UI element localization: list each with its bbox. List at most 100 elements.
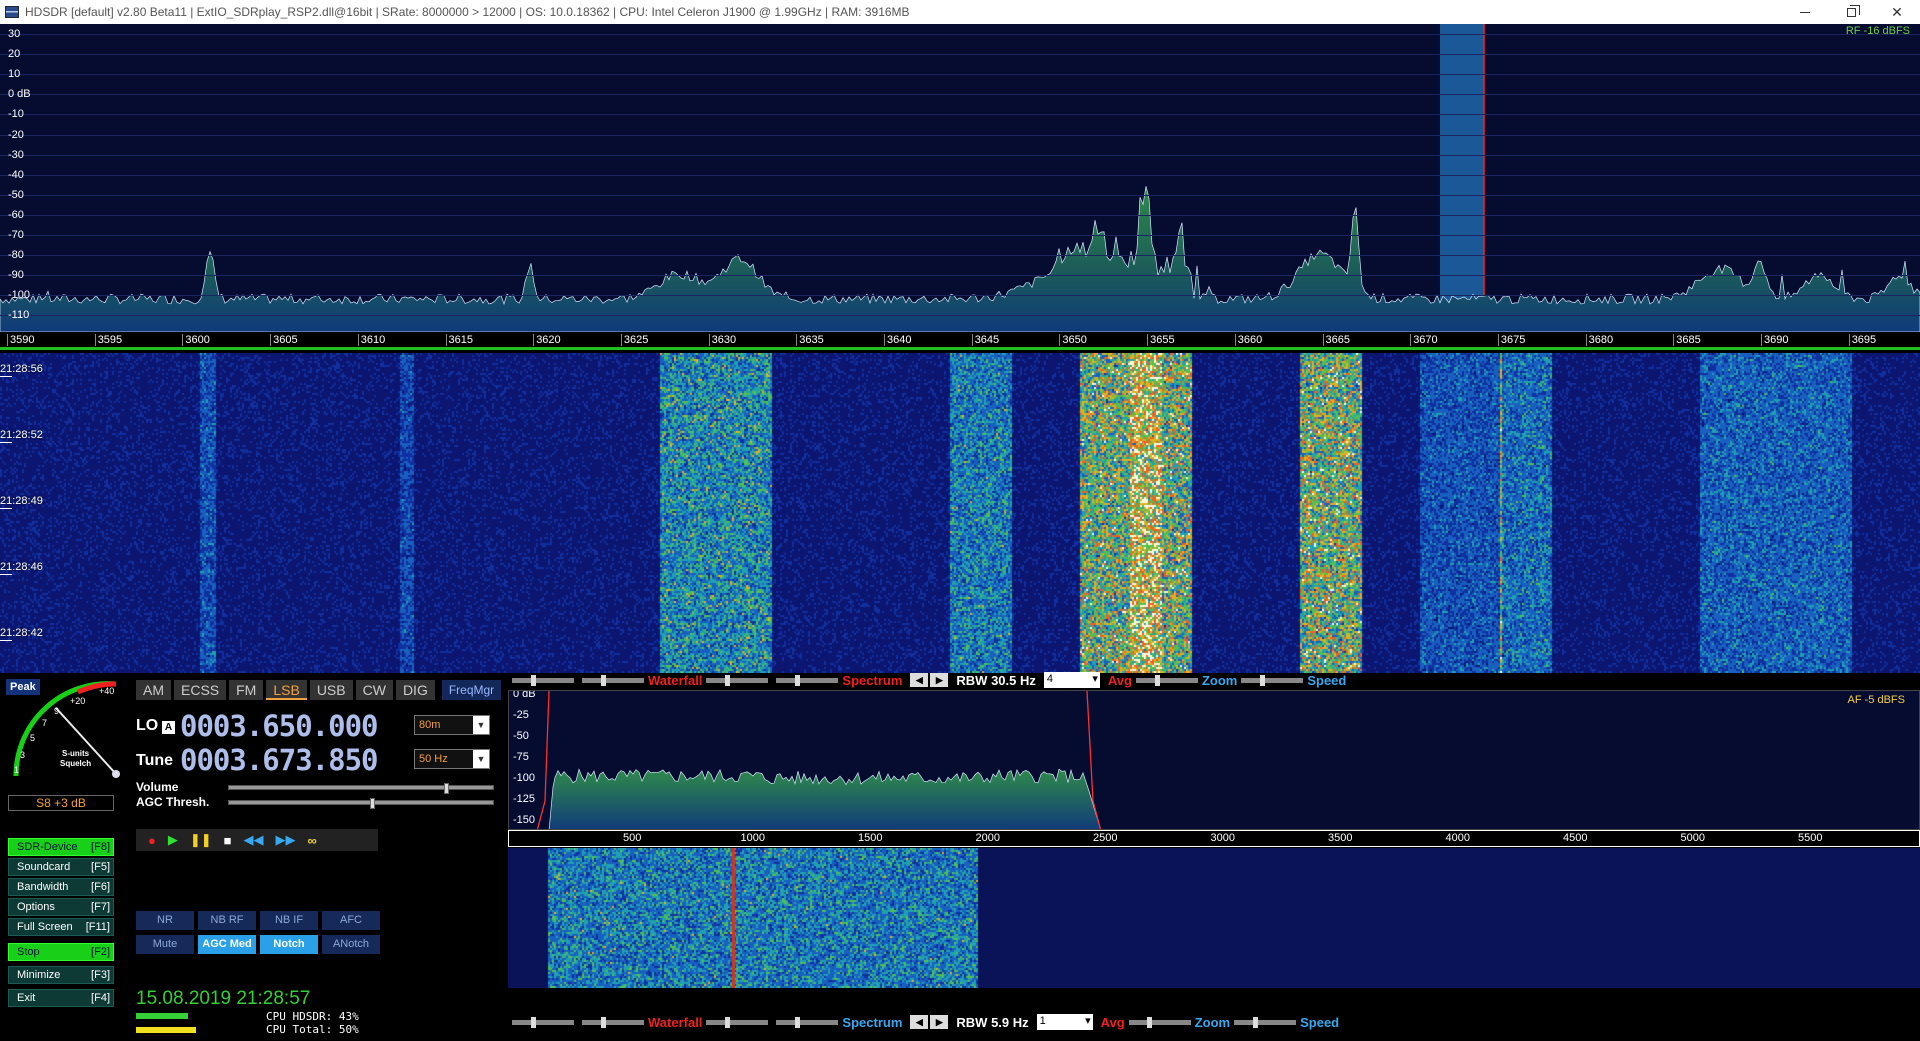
fkey-button-stop[interactable]: Stop [F2] [8, 943, 114, 961]
fkey-button-options[interactable]: Options [F7] [8, 898, 114, 916]
af-spectrum-contrast-slider[interactable] [706, 1016, 769, 1028]
dsp-button-agc-med[interactable]: AGC Med [198, 935, 256, 954]
fkey-button-soundcard[interactable]: Soundcard [F5] [8, 858, 114, 876]
arrow-right-icon[interactable]: ▶ [930, 673, 949, 687]
s-scale-9: 9 [54, 706, 59, 716]
fast-forward-icon[interactable]: ▶▶ [276, 832, 296, 848]
cpu-hdsdr-value: 43% [338, 1010, 359, 1023]
af-spectrum-display[interactable]: 0 dB -25 -50 -75 -100 -125 -150 AF -5 dBFS [508, 690, 1920, 830]
waterfall-brightness-slider[interactable] [582, 674, 644, 686]
arrow-left-icon[interactable]: ◀ [910, 1015, 929, 1029]
af-zoom-slider[interactable] [1128, 1016, 1191, 1028]
dsp-button-afc[interactable]: AFC [322, 911, 380, 930]
dsp-button-mute[interactable]: Mute [136, 935, 194, 954]
fkey-button-exit[interactable]: Exit [F4] [8, 989, 114, 1007]
vfo-a-indicator[interactable]: A [162, 721, 175, 734]
frequency-tick-label: 3610 [357, 334, 386, 346]
cpu-total-text: CPU Total: 50% [266, 1023, 359, 1036]
dsp-button-nr[interactable]: NR [136, 911, 194, 930]
squelch-caption: Squelch [60, 759, 91, 768]
af-waterfall-brightness-slider[interactable] [582, 1016, 644, 1028]
rf-waterfall[interactable]: 21:28:56 21:28:52 21:28:49 21:28:46 21:28:42 [0, 353, 1920, 673]
arrow-left-icon[interactable]: ◀ [910, 673, 929, 687]
spectrum-brightness-slider[interactable] [776, 674, 839, 686]
record-icon[interactable]: ● [148, 833, 156, 848]
control-panel: 1 3 5 7 9 +20 +40 S-units Squelch Peak S… [0, 671, 1920, 1041]
fkey-button-minimize[interactable]: Minimize [F3] [8, 966, 114, 984]
waterfall-contrast-slider[interactable] [512, 674, 574, 686]
frequency-tick-label: 3690 [1760, 334, 1789, 346]
mode-button-lsb[interactable]: LSB [266, 680, 307, 700]
speed-label: Speed [1307, 672, 1347, 688]
mode-button-dig[interactable]: DIG [395, 680, 435, 700]
step-select[interactable]: 50 Hz ▼ [414, 749, 490, 769]
af-y-tick-label: -100 [513, 772, 536, 784]
volume-slider[interactable] [228, 783, 494, 794]
band-select[interactable]: 80m ▼ [414, 715, 490, 735]
mode-button-cw[interactable]: CW [355, 680, 393, 700]
stop-icon[interactable]: ■ [224, 833, 232, 848]
avg-select[interactable]: 4 [1043, 672, 1100, 688]
frequency-axis[interactable]: 3590 3595 3600 3605 3610 3615 3620 3625 3630 3635… [0, 332, 1920, 350]
af-avg-select[interactable]: 1 [1036, 1014, 1093, 1030]
recorder-transport: ● ▶ ❚❚ ■ ◀◀ ▶▶ ∞ [136, 829, 378, 851]
agc-threshold-slider[interactable] [228, 798, 494, 809]
filter-passband[interactable] [1440, 24, 1484, 332]
restore-window-button[interactable] [1828, 0, 1874, 24]
rf-display-toolbar: Waterfall Spectrum ◀▶ RBW 30.5 Hz 4 Avg … [508, 671, 1920, 689]
af-waterfall[interactable] [508, 848, 1920, 988]
title-bar: HDSDR [default] v2.80 Beta11 | ExtIO_SDR… [0, 0, 1920, 24]
dsp-button-nb-if[interactable]: NB IF [260, 911, 318, 930]
y-tick-label: -30 [8, 148, 24, 161]
mode-button-ecss[interactable]: ECSS [174, 680, 227, 700]
fkey-button-full-screen[interactable]: Full Screen [F11] [8, 918, 114, 936]
grid-line [0, 134, 1920, 136]
fkey-label: Bandwidth [17, 881, 69, 893]
peak-button[interactable]: Peak [6, 679, 40, 695]
dsp-button-anotch[interactable]: ANotch [322, 935, 380, 954]
af-rbw-label: RBW [956, 1014, 988, 1030]
rewind-icon[interactable]: ◀◀ [244, 832, 264, 848]
band-value: 80m [419, 719, 441, 731]
af-frequency-tick-label: 3500 [1328, 832, 1353, 844]
af-frequency-tick-label: 1500 [858, 832, 883, 844]
tune-frequency[interactable]: 0003.673.850 [180, 743, 379, 777]
minimize-window-button[interactable] [1782, 0, 1828, 24]
fkey-button-sdr-device[interactable]: SDR-Device [F8] [8, 838, 114, 856]
fkey-button-bandwidth[interactable]: Bandwidth [F6] [8, 878, 114, 896]
mode-button-fm[interactable]: FM [229, 680, 264, 700]
af-low-cut-marker [536, 691, 550, 829]
af-frequency-axis[interactable]: 500 1000 1500 2000 2500 3000 3500 4000 4500 5000 5… [508, 830, 1920, 847]
agc-threshold-slider-handle[interactable] [370, 798, 376, 809]
volume-slider-handle[interactable] [443, 783, 449, 794]
rf-spectrum-display[interactable]: RF -16 dBFS 30 20 10 0 dB -10 -20 -30 -40 -50 -60… [0, 24, 1920, 332]
af-waterfall-canvas [508, 848, 1920, 988]
dsp-button-nb-rf[interactable]: NB RF [198, 911, 256, 930]
freqmgr-button[interactable]: FreqMgr [441, 680, 502, 700]
chevron-down-icon: ▼ [473, 716, 489, 734]
grid-line [0, 315, 1920, 317]
arrow-right-icon[interactable]: ▶ [930, 1015, 949, 1029]
af-speed-slider[interactable] [1234, 1016, 1297, 1028]
dsp-button-notch[interactable]: Notch [260, 935, 318, 954]
af-spectrum-brightness-slider[interactable] [776, 1016, 839, 1028]
fkey-shortcut: [F8] [91, 841, 110, 853]
af-rbw-value: 5.9 Hz [991, 1014, 1029, 1030]
chevron-down-icon: ▼ [473, 750, 489, 768]
step-value: 50 Hz [419, 753, 448, 765]
loop-icon[interactable]: ∞ [308, 833, 317, 848]
frequency-tick-label: 3680 [1585, 334, 1614, 346]
mode-button-am[interactable]: AM [136, 680, 171, 700]
speed-slider[interactable] [1241, 674, 1304, 686]
zoom-slider[interactable] [1135, 674, 1198, 686]
fkey-shortcut: [F11] [85, 921, 110, 933]
play-icon[interactable]: ▶ [168, 832, 178, 848]
mode-button-usb[interactable]: USB [309, 680, 353, 700]
af-frequency-tick-label: 4000 [1445, 832, 1470, 844]
spectrum-contrast-slider[interactable] [706, 674, 769, 686]
pause-icon[interactable]: ❚❚ [190, 832, 212, 848]
close-window-button[interactable]: ✕ [1874, 0, 1920, 24]
lo-frequency[interactable]: 0003.650.000 [180, 709, 379, 743]
cpu-hdsdr-text: CPU HDSDR: 43% [266, 1010, 359, 1023]
af-waterfall-contrast-slider[interactable] [512, 1016, 574, 1028]
